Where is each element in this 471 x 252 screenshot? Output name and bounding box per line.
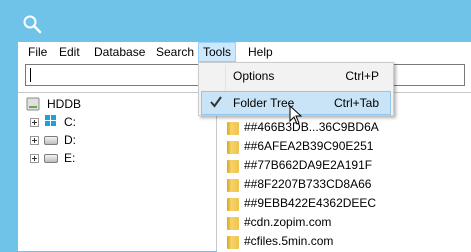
menu-database[interactable]: Database	[89, 42, 150, 62]
folder-icon	[227, 236, 239, 249]
expand-icon[interactable]	[30, 136, 39, 145]
text-caret	[30, 68, 31, 82]
mouse-cursor-icon	[289, 105, 303, 125]
search-icon	[23, 15, 42, 34]
menu-bar: File Edit Database Search Tools Help	[18, 42, 471, 62]
title-bar	[0, 0, 471, 42]
windows-drive-icon	[45, 115, 56, 126]
list-item-label: ##9EBB422E4362DEEC	[244, 196, 377, 210]
folder-icon	[227, 160, 239, 173]
folder-icon	[227, 122, 239, 135]
list-item-label: ##8F2207B733CD8A66	[244, 177, 372, 191]
menu-item-label: Options	[233, 69, 275, 83]
expand-icon[interactable]	[30, 118, 39, 127]
menu-item-shortcut: Ctrl+P	[345, 69, 379, 83]
folder-tree-pane[interactable]: HDDB C: D: E:	[18, 92, 217, 251]
database-icon	[26, 97, 40, 111]
tree-root-label: HDDB	[47, 97, 82, 111]
menu-item-options[interactable]: Options Ctrl+P	[201, 64, 391, 88]
drive-icon	[44, 154, 58, 163]
menu-help[interactable]: Help	[243, 42, 278, 62]
list-item-label: #cdn.zopim.com	[244, 215, 332, 229]
drive-label: D:	[64, 133, 76, 147]
folder-icon	[227, 179, 239, 192]
menu-search[interactable]: Search	[151, 42, 199, 62]
folder-icon	[227, 198, 239, 211]
folder-icon	[227, 217, 239, 230]
tree-drive-c[interactable]: C:	[30, 113, 110, 131]
app-window: File Edit Database Search Tools Help HDD…	[0, 0, 471, 252]
list-item-label: ##466B3DB...36C9BD6A	[244, 120, 379, 134]
menu-item-label: Folder Tree	[233, 96, 295, 110]
tree-drive-e[interactable]: E:	[30, 149, 110, 167]
drive-label: E:	[64, 151, 76, 165]
menu-edit[interactable]: Edit	[54, 42, 85, 62]
menu-item-shortcut: Ctrl+Tab	[333, 96, 379, 110]
checkmark-icon	[210, 96, 222, 108]
expand-icon[interactable]	[30, 154, 39, 163]
drive-icon	[44, 136, 58, 145]
file-list-pane[interactable]: ##466B3DB...36C9BD6A ##6AFEA2B39C90E251 …	[217, 92, 471, 252]
menu-file[interactable]: File	[23, 42, 52, 62]
list-item-label: ##6AFEA2B39C90E251	[244, 139, 374, 153]
list-item-label: ##77B662DA9E2A191F	[244, 158, 373, 172]
folder-icon	[227, 141, 239, 154]
tree-drive-d[interactable]: D:	[30, 131, 110, 149]
drive-label: C:	[64, 115, 76, 129]
menu-tools[interactable]: Tools	[198, 42, 237, 62]
list-item-label: #cfiles.5min.com	[244, 234, 334, 248]
